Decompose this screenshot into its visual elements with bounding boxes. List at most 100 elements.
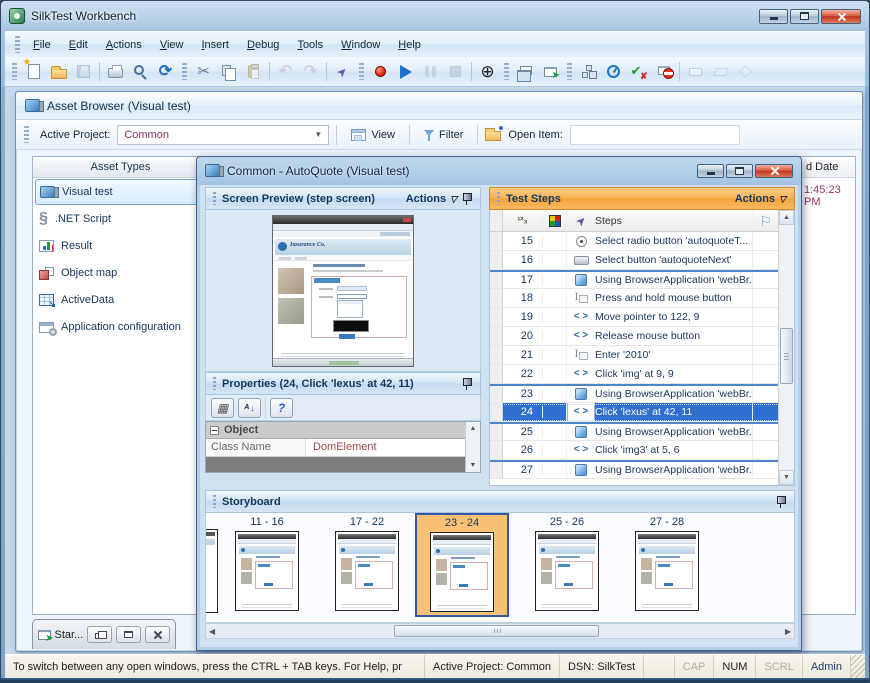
property-row[interactable]: Class NameDomElement <box>206 439 465 457</box>
test-step-row[interactable]: 27 Using BrowserApplication 'webBr... <box>490 460 794 479</box>
menu-item-debug[interactable]: Debug <box>238 35 288 55</box>
pin-icon[interactable] <box>461 377 472 390</box>
close-button[interactable] <box>755 164 793 178</box>
menu-item-view[interactable]: View <box>151 35 193 55</box>
copy-window-button[interactable] <box>513 60 538 84</box>
toolbar-grip-handle[interactable] <box>12 63 17 80</box>
print-preview-button[interactable] <box>128 60 153 84</box>
menu-item-window[interactable]: Window <box>332 35 389 55</box>
scroll-left-button[interactable]: ◀ <box>209 627 215 636</box>
export-button[interactable] <box>538 60 563 84</box>
cut-button[interactable] <box>191 60 216 84</box>
close-button[interactable] <box>145 626 170 643</box>
storyboard-item-17-22[interactable]: 17 - 22 <box>335 513 399 611</box>
redo-button[interactable] <box>298 60 323 84</box>
action-column-header[interactable] <box>567 210 595 231</box>
test-step-row[interactable]: 17 Using BrowserApplication 'webBr... <box>490 270 794 289</box>
storyboard-scrollbar[interactable]: ◀ ▶ <box>205 623 795 639</box>
view-button[interactable]: View <box>344 126 402 144</box>
date-column-header[interactable]: d Date <box>806 161 838 173</box>
menu-item-edit[interactable]: Edit <box>60 35 97 55</box>
resize-grip[interactable] <box>851 655 865 678</box>
dialog-titlebar[interactable]: Common - AutoQuote (Visual test) <box>197 157 801 184</box>
toolbar-grip-handle[interactable] <box>24 126 29 143</box>
active-project-combobox[interactable]: Common ▼ <box>117 125 329 145</box>
test-step-row[interactable]: 26 Click 'img3' at 5, 6 <box>490 441 794 460</box>
asset-browser-titlebar[interactable]: Asset Browser (Visual test) <box>16 92 862 120</box>
asset-type-object-map[interactable]: Object map <box>35 260 206 286</box>
scrollbar-thumb[interactable] <box>780 328 793 384</box>
storyboard-item-11-16[interactable]: 11 - 16 <box>235 513 299 611</box>
steps-column-header[interactable]: Steps <box>595 215 752 227</box>
test-step-row[interactable]: 21 Enter '2010' <box>490 346 794 365</box>
scrollbar-thumb[interactable] <box>394 625 599 637</box>
scroll-up-button[interactable]: ▲ <box>779 210 794 225</box>
test-step-row[interactable]: 23 Using BrowserApplication 'webBr... <box>490 384 794 403</box>
step-number-column-header[interactable] <box>503 216 543 225</box>
copy-button[interactable] <box>216 60 241 84</box>
paste-button[interactable] <box>241 60 266 84</box>
menu-item-insert[interactable]: Insert <box>192 35 238 55</box>
window-titlebar[interactable]: SilkTest Workbench <box>1 1 869 31</box>
minimize-button[interactable] <box>759 9 788 24</box>
actions-dropdown-icon[interactable] <box>450 193 457 205</box>
shape-diamond-button[interactable] <box>733 60 758 84</box>
storyboard-item-27-28[interactable]: 27 - 28 <box>635 513 699 611</box>
actions-dropdown-icon[interactable] <box>779 193 786 205</box>
test-step-row[interactable]: 15 Select radio button 'autoquoteT... <box>490 232 794 251</box>
identify-button[interactable] <box>475 60 500 84</box>
play-button[interactable] <box>393 60 418 84</box>
navigate-button[interactable] <box>330 60 355 84</box>
undo-button[interactable] <box>273 60 298 84</box>
shape-rect-button[interactable] <box>683 60 708 84</box>
asset-type-visual-test[interactable]: Visual test <box>35 179 206 205</box>
asset-type-net-script[interactable]: .NET Script <box>35 206 206 232</box>
property-value[interactable]: DomElement <box>306 439 465 456</box>
verify-button[interactable] <box>626 60 651 84</box>
test-steps-scrollbar[interactable]: ▲ ▼ <box>778 210 794 485</box>
asset-type-application-configuration[interactable]: Application configuration <box>35 314 206 340</box>
flowchart-button[interactable] <box>576 60 601 84</box>
record-button[interactable] <box>368 60 393 84</box>
toolbar-grip-handle[interactable] <box>504 63 509 80</box>
categorized-view-button[interactable] <box>211 398 234 418</box>
toolbar-grip-handle[interactable] <box>567 63 572 80</box>
test-steps-actions-button[interactable]: Actions <box>735 193 775 205</box>
test-step-row[interactable]: 16 Select button 'autoquoteNext' <box>490 251 794 270</box>
pin-icon[interactable] <box>775 495 786 508</box>
menubar-grip-handle[interactable] <box>15 36 20 53</box>
maximize-button[interactable] <box>726 164 753 178</box>
disable-button[interactable] <box>651 60 676 84</box>
scroll-right-button[interactable]: ▶ <box>785 627 791 636</box>
storyboard-item-23-24[interactable]: 23 - 24 <box>415 513 509 617</box>
test-step-row[interactable]: 18 Press and hold mouse button <box>490 289 794 308</box>
toolbar-grip-handle[interactable] <box>182 63 187 80</box>
gauge-button[interactable] <box>601 60 626 84</box>
toolbar-grip-handle[interactable] <box>359 63 364 80</box>
screenshot-column-header[interactable] <box>543 210 567 231</box>
scroll-down-icon[interactable]: ▼ <box>470 462 477 469</box>
menu-item-tools[interactable]: Tools <box>288 35 332 55</box>
test-step-row[interactable]: 24 Click 'lexus' at 42, 11 <box>490 403 794 422</box>
collapse-icon[interactable] <box>210 426 219 435</box>
scroll-down-button[interactable]: ▼ <box>779 470 794 485</box>
new-asset-button[interactable] <box>21 60 46 84</box>
menu-item-help[interactable]: Help <box>389 35 430 55</box>
test-step-row[interactable]: 20 Release mouse button <box>490 327 794 346</box>
asset-type-activedata[interactable]: ActiveData <box>35 287 206 313</box>
alphabetical-sort-button[interactable] <box>238 398 261 418</box>
minimized-window[interactable]: Star... <box>32 619 176 649</box>
restore-button[interactable] <box>87 626 112 643</box>
screen-preview-actions-button[interactable]: Actions <box>406 193 446 205</box>
help-button[interactable] <box>270 398 293 418</box>
storyboard-thumbnail-partial[interactable] <box>206 529 218 613</box>
refresh-button[interactable] <box>153 60 178 84</box>
stop-button[interactable] <box>443 60 468 84</box>
test-step-row[interactable]: 22 Click 'img' at 9, 9 <box>490 365 794 384</box>
print-button[interactable] <box>103 60 128 84</box>
open-button[interactable] <box>46 60 71 84</box>
menu-item-file[interactable]: File <box>24 35 60 55</box>
property-group-row[interactable]: Object <box>206 422 465 439</box>
menu-item-actions[interactable]: Actions <box>97 35 151 55</box>
maximize-button[interactable] <box>790 9 819 24</box>
